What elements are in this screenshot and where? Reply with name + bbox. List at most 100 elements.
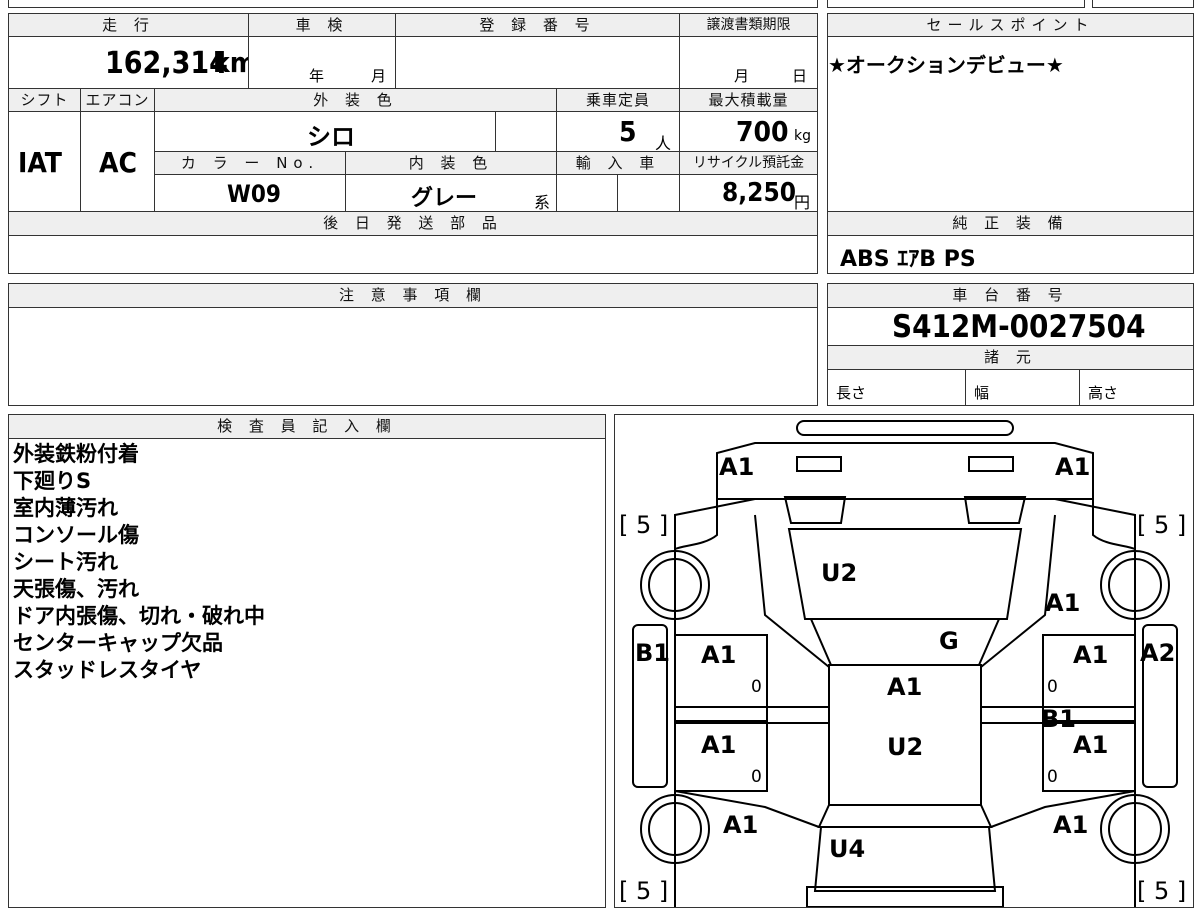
later-parts-cell xyxy=(8,235,818,274)
transfer-day: 日 xyxy=(792,67,808,85)
code-quarter-left: A1 xyxy=(723,811,759,839)
transfer-month: 月 xyxy=(734,67,750,85)
inspector-item: 下廻りS xyxy=(13,469,92,493)
spec-width-cell: 幅 xyxy=(965,369,1080,406)
tyre-rear-left: [ 5 ] xyxy=(619,877,669,905)
recycle-cell: 8,250 円 xyxy=(679,174,818,212)
inspector-label: 検 査 員 記 入 欄 xyxy=(8,414,606,439)
int-color-value: グレー xyxy=(411,186,478,211)
code-pillar-right: A2 xyxy=(1140,639,1176,667)
color-no-label: カ ラ ー No. xyxy=(154,151,346,175)
chassis-cell: S412M-0027504 xyxy=(827,307,1194,346)
code-rear: U4 xyxy=(829,835,866,863)
inspection-cell: 年 月 xyxy=(248,36,396,89)
ac-cell: AC xyxy=(80,111,155,212)
color-no-cell: W09 xyxy=(154,174,346,212)
maxload-label: 最大積載量 xyxy=(679,88,818,112)
chassis-label: 車 台 番 号 xyxy=(827,283,1194,308)
zero-rear-right: 0 xyxy=(1047,767,1058,787)
code-door-rear-left: A1 xyxy=(701,731,737,759)
mileage-value: 162,314 xyxy=(105,46,228,81)
inspector-item: 外装鉄粉付着 xyxy=(13,442,139,466)
inspector-item: シート汚れ xyxy=(13,550,118,574)
code-quarter-right: A1 xyxy=(1053,811,1089,839)
mileage-cell: 162,314 km xyxy=(8,36,256,89)
zero-front-left: 0 xyxy=(751,677,762,697)
code-front-left: A1 xyxy=(719,453,755,481)
import-cell-a xyxy=(556,174,618,212)
capacity-label: 乗車定員 xyxy=(556,88,680,112)
import-cell-b xyxy=(617,174,680,212)
ext-color-cell: シロ xyxy=(154,111,496,152)
maxload-value: 700 xyxy=(736,115,789,148)
ext-color-label: 外 装 色 xyxy=(154,88,557,112)
spec-height-cell: 高さ xyxy=(1079,369,1194,406)
equipment-value: ABS ｴｱB PS xyxy=(840,247,976,272)
code-pillar-left: B1 xyxy=(635,639,670,667)
code-door-front-left: A1 xyxy=(701,641,737,669)
inspector-item: スタッドレスタイヤ xyxy=(13,658,202,682)
code-windshield: G xyxy=(939,627,959,655)
code-hood: U2 xyxy=(821,559,858,587)
import-label: 輸 入 車 xyxy=(556,151,680,175)
ext-color-extra xyxy=(495,111,557,152)
sales-point-label: セールスポイント xyxy=(827,13,1194,37)
code-door-front-right: A1 xyxy=(1073,641,1109,669)
shift-label: シフト xyxy=(8,88,81,112)
chassis-value: S412M-0027504 xyxy=(892,309,1146,345)
spec-length: 長さ xyxy=(836,384,867,402)
code-front-right: A1 xyxy=(1055,453,1091,481)
tyre-front-right: [ 5 ] xyxy=(1137,511,1187,539)
specs-label: 諸 元 xyxy=(827,345,1194,370)
shift-cell: IAT xyxy=(8,111,81,212)
tyre-rear-right: [ 5 ] xyxy=(1137,877,1187,905)
int-color-label: 内 装 色 xyxy=(345,151,557,175)
recycle-value: 8,250 xyxy=(722,178,796,208)
int-color-suffix: 系 xyxy=(534,193,551,212)
capacity-cell: 5 人 xyxy=(556,111,680,153)
code-fender-right: A1 xyxy=(1045,589,1081,617)
zero-front-right: 0 xyxy=(1047,677,1058,697)
sales-point-value: ★オークションデビュー★ xyxy=(828,53,1064,77)
transfer-cell: 月 日 xyxy=(679,36,818,89)
notes-cell xyxy=(8,307,818,406)
maxload-unit: kg xyxy=(794,128,811,144)
maxload-cell: 700 kg xyxy=(679,111,818,152)
int-color-cell: グレー 系 xyxy=(345,174,557,212)
spec-height: 高さ xyxy=(1088,384,1119,402)
top-strip-corner xyxy=(1092,0,1194,8)
code-center-pillar-right: B1 xyxy=(1041,705,1076,733)
shift-value: IAT xyxy=(18,146,62,179)
notes-label: 注 意 事 項 欄 xyxy=(8,283,818,308)
equipment-label: 純 正 装 備 xyxy=(827,211,1194,236)
inspector-item: ドア内張傷、切れ・破れ中 xyxy=(13,604,265,628)
inspection-month: 月 xyxy=(371,67,387,85)
inspector-item: 天張傷、汚れ xyxy=(13,577,139,601)
inspection-year: 年 xyxy=(309,67,325,85)
inspector-cell: 外装鉄粉付着 下廻りS 室内薄汚れ コンソール傷 シート汚れ 天張傷、汚れ ドア… xyxy=(8,438,606,908)
spec-width: 幅 xyxy=(974,384,990,402)
ac-value: AC xyxy=(99,146,137,179)
inspector-item: コンソール傷 xyxy=(13,523,139,547)
ac-label: エアコン xyxy=(80,88,155,112)
top-strip xyxy=(8,0,818,8)
recycle-unit: 円 xyxy=(794,193,811,212)
transfer-label: 譲渡書類期限 xyxy=(679,13,818,37)
inspector-list: 外装鉄粉付着 下廻りS 室内薄汚れ コンソール傷 シート汚れ 天張傷、汚れ ドア… xyxy=(13,441,265,684)
spec-length-cell: 長さ xyxy=(827,369,966,406)
inspection-label: 車 検 xyxy=(248,13,396,37)
sales-point-cell: ★オークションデビュー★ xyxy=(827,36,1194,212)
recycle-label: リサイクル預託金 xyxy=(679,151,818,175)
code-roof: A1 xyxy=(887,673,923,701)
capacity-value: 5 xyxy=(619,115,637,148)
top-strip-right xyxy=(827,0,1085,8)
registration-cell xyxy=(395,36,680,89)
code-door-rear-right: A1 xyxy=(1073,731,1109,759)
damage-diagram: [ 5 ] [ 5 ] [ 5 ] [ 5 ] A1 A1 U2 A1 G B1… xyxy=(614,414,1194,908)
ext-color-value: シロ xyxy=(307,123,355,151)
code-roof-rear: U2 xyxy=(887,733,924,761)
registration-label: 登 録 番 号 xyxy=(395,13,680,37)
mileage-label: 走 行 xyxy=(8,13,249,37)
inspector-item: センターキャップ欠品 xyxy=(13,631,223,655)
later-parts-label: 後 日 発 送 部 品 xyxy=(8,211,818,236)
